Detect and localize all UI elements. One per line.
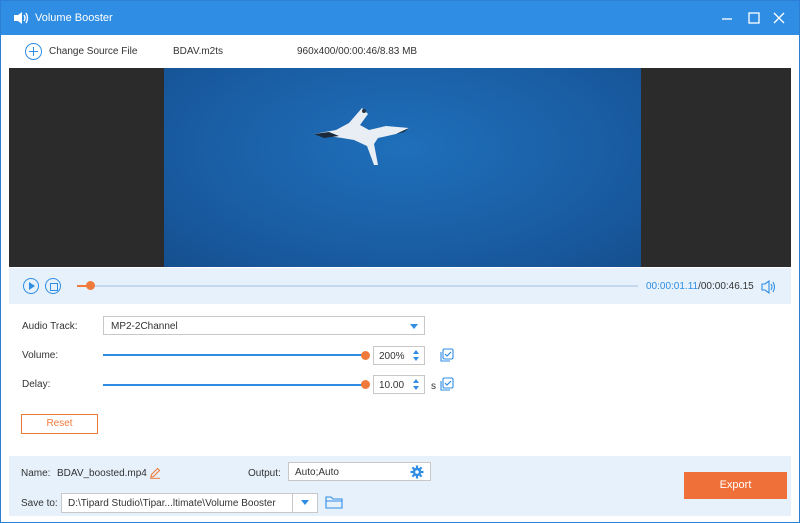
- maximize-icon[interactable]: [746, 10, 762, 26]
- delay-slider-fill: [103, 384, 365, 386]
- source-file-info: 960x400/00:00:46/8.83 MB: [297, 46, 418, 57]
- close-icon[interactable]: [771, 10, 787, 26]
- export-button[interactable]: Export: [684, 472, 787, 499]
- delay-label: Delay:: [22, 379, 51, 390]
- title-bar: Volume Booster: [1, 1, 799, 35]
- progress-handle[interactable]: [86, 281, 95, 290]
- audio-track-value: MP2-2Channel: [111, 321, 178, 332]
- decrement-icon[interactable]: [413, 386, 419, 390]
- stop-icon[interactable]: [45, 278, 61, 294]
- decrement-icon[interactable]: [413, 357, 419, 361]
- delay-slider-handle[interactable]: [361, 380, 370, 389]
- volume-label: Volume:: [22, 350, 59, 361]
- output-label: Output:: [248, 468, 281, 479]
- gear-icon[interactable]: [410, 465, 424, 479]
- minimize-icon[interactable]: [719, 10, 735, 26]
- volume-icon[interactable]: [761, 280, 777, 294]
- volume-stepper[interactable]: 200%: [373, 346, 425, 365]
- save-to-label: Save to:: [21, 498, 58, 509]
- volume-value: 200%: [379, 351, 405, 362]
- video-frame: [164, 68, 641, 267]
- delay-stepper[interactable]: 10.00: [373, 375, 425, 394]
- volume-booster-window: Volume Booster Change Source File BDAV.m…: [0, 0, 800, 523]
- total-time: /00:00:46.15: [698, 281, 754, 292]
- apply-to-all-icon[interactable]: [440, 377, 454, 391]
- speaker-app-icon: [14, 12, 29, 24]
- time-display: 00:00:01.11/00:00:46.15: [646, 281, 754, 292]
- delay-unit: s: [431, 381, 436, 392]
- audio-track-select[interactable]: MP2-2Channel: [103, 316, 425, 335]
- increment-icon[interactable]: [413, 350, 419, 354]
- volume-slider-fill: [103, 354, 365, 356]
- play-icon[interactable]: [23, 278, 39, 294]
- chevron-down-icon[interactable]: [292, 493, 317, 513]
- apply-to-all-icon[interactable]: [440, 348, 454, 362]
- delay-value: 10.00: [379, 380, 405, 391]
- add-circle-icon[interactable]: [25, 43, 42, 60]
- output-file-name: BDAV_boosted.mp4: [57, 468, 147, 479]
- edit-icon[interactable]: [149, 467, 161, 479]
- volume-slider-handle[interactable]: [361, 351, 370, 360]
- audio-track-label: Audio Track:: [22, 321, 78, 332]
- progress-track[interactable]: [77, 285, 638, 287]
- output-format-value: Auto;Auto: [295, 467, 339, 478]
- change-source-button[interactable]: Change Source File: [49, 46, 137, 57]
- save-to-path: D:\Tipard Studio\Tipar...ltimate\Volume …: [68, 498, 276, 509]
- reset-button[interactable]: Reset: [21, 414, 98, 434]
- save-to-field[interactable]: D:\Tipard Studio\Tipar...ltimate\Volume …: [61, 493, 318, 513]
- source-file-name: BDAV.m2ts: [173, 46, 224, 57]
- name-label: Name:: [21, 468, 51, 479]
- window-title: Volume Booster: [35, 12, 113, 24]
- chevron-down-icon: [410, 324, 418, 329]
- bird-image: [314, 108, 409, 165]
- increment-icon[interactable]: [413, 379, 419, 383]
- current-time: 00:00:01.11: [646, 281, 699, 292]
- folder-icon[interactable]: [325, 495, 343, 509]
